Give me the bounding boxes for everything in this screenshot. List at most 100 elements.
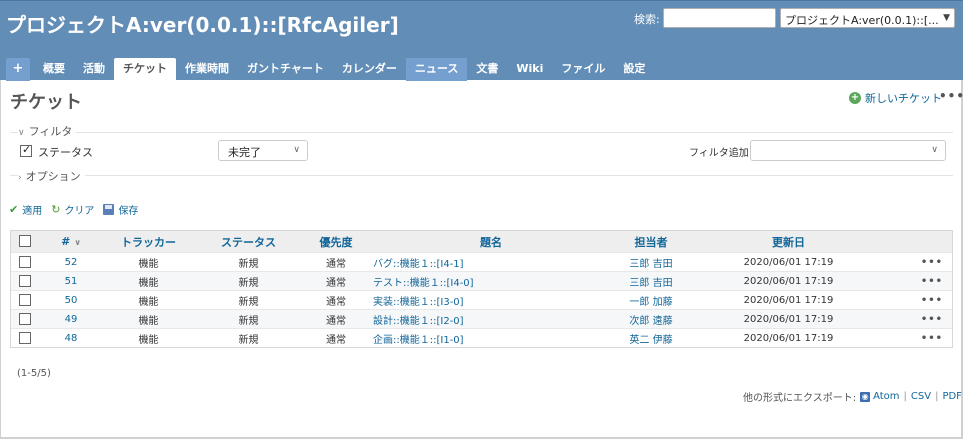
column-updated[interactable]: 更新日 [691,234,886,250]
column-status[interactable]: ステータス [196,234,301,250]
issue-tracker: 機能 [138,277,159,289]
issue-status: 新規 [238,258,259,270]
export-pdf-link[interactable]: PDF [942,391,961,402]
row-checkbox[interactable] [19,332,31,344]
apply-button[interactable]: ✔ 適用 [9,202,42,217]
issue-assignee-link[interactable]: 三郎 吉田 [611,274,691,289]
more-actions-button[interactable]: ••• [939,89,963,103]
row-checkbox[interactable] [19,275,31,287]
row-more-button[interactable]: ••• [886,257,951,268]
save-icon [103,204,115,215]
issue-status: 新規 [238,296,259,308]
chevron-right-icon: › [18,173,22,183]
issue-priority: 通常 [326,296,346,308]
issue-subject-link[interactable]: 設計::機能１::[I2-0] [371,312,611,327]
content-left-border [0,80,1,439]
row-checkbox[interactable] [19,294,31,306]
row-checkbox[interactable] [19,256,31,268]
issue-subject-link[interactable]: テスト::機能１::[I4-0] [371,274,611,289]
tab-documents[interactable]: 文書 [467,58,507,81]
issue-status: 新規 [238,334,259,346]
options-legend[interactable]: › オプション [18,168,85,184]
issue-id-link[interactable]: 49 [41,314,101,325]
row-checkbox-cell [11,329,41,347]
tab-files[interactable]: ファイル [552,58,614,81]
project-jump-select[interactable]: プロジェクトA:ver(0.0.1)::[... ▼ [780,8,955,28]
issue-id-link[interactable]: 51 [41,276,101,287]
issue-assignee-link[interactable]: 英二 伊藤 [611,331,691,346]
tab-issues[interactable]: チケット [114,58,176,81]
status-filter-checkbox[interactable] [20,143,32,157]
query-actions: ✔ 適用 ↻ クリア 保存 [9,202,147,217]
tab-overview[interactable]: 概要 [34,58,74,81]
search-label: 検索: [634,13,660,26]
status-operator-select[interactable]: 未完了 ∨ [218,140,308,161]
table-row[interactable]: 51 機能 新規 通常 テスト::機能１::[I4-0] 三郎 吉田 2020/… [11,271,952,290]
issue-assignee-link[interactable]: 一郎 加藤 [611,293,691,308]
table-row[interactable]: 48 機能 新規 通常 企画::機能１::[I1-0] 英二 伊藤 2020/0… [11,328,952,347]
row-more-button[interactable]: ••• [886,333,951,344]
tab-activity[interactable]: 活動 [74,58,114,81]
tab-new-object[interactable]: + [6,58,30,81]
table-header: # ∨ トラッカー ステータス 優先度 題名 担当者 更新日 [11,231,952,252]
table-row[interactable]: 49 機能 新規 通常 設計::機能１::[I2-0] 次郎 遠藤 2020/0… [11,309,952,328]
tab-news[interactable]: ニュース [405,58,468,81]
row-more-button[interactable]: ••• [886,276,951,287]
tab-calendar[interactable]: カレンダー [333,58,406,81]
save-label: 保存 [118,206,139,217]
issue-assignee-link[interactable]: 三郎 吉田 [611,255,691,270]
export-atom-link[interactable]: Atom [873,391,899,402]
table-row[interactable]: 50 機能 新規 通常 実装::機能１::[I3-0] 一郎 加藤 2020/0… [11,290,952,309]
export-label: 他の形式にエクスポート: [743,393,857,404]
issue-subject-link[interactable]: 実装::機能１::[I3-0] [371,293,611,308]
main-menu: + 概要 活動 チケット 作業時間 ガントチャート カレンダー ニュース 文書 … [6,58,654,81]
column-id[interactable]: # ∨ [41,235,101,248]
tab-settings[interactable]: 設定 [614,58,654,81]
issues-table: # ∨ トラッカー ステータス 優先度 題名 担当者 更新日 52 機能 新規 通… [10,230,953,348]
column-tracker[interactable]: トラッカー [101,234,196,250]
status-filter-label: ステータス [38,146,93,159]
save-button[interactable]: 保存 [103,202,138,217]
row-more-button[interactable]: ••• [886,314,951,325]
row-checkbox-cell [11,253,41,271]
export-csv-link[interactable]: CSV [911,391,931,402]
issue-subject-link[interactable]: バグ::機能１::[I4-1] [371,255,611,270]
column-subject[interactable]: 題名 [371,234,611,250]
row-checkbox[interactable] [19,313,31,325]
row-more-button[interactable]: ••• [886,295,951,306]
issue-id-link[interactable]: 48 [41,333,101,344]
issue-priority: 通常 [326,277,346,289]
separator: | [935,391,939,402]
tab-gantt[interactable]: ガントチャート [238,58,333,81]
column-priority[interactable]: 優先度 [301,234,371,250]
apply-label: 適用 [22,206,43,217]
issue-id-link[interactable]: 52 [41,257,101,268]
select-all-checkbox[interactable] [19,235,31,247]
tab-time-entries[interactable]: 作業時間 [176,58,238,81]
page-title: チケット [10,92,82,113]
issue-updated: 2020/06/01 17:19 [743,332,834,344]
tab-wiki[interactable]: Wiki [507,58,552,81]
chevron-down-icon: ∨ [293,145,300,155]
clear-button[interactable]: ↻ クリア [51,202,94,217]
checkmark-icon: ✔ [9,203,19,216]
issue-tracker: 機能 [138,334,159,346]
issue-id-link[interactable]: 50 [41,295,101,306]
pagination-summary: (1-5/5) [17,368,51,379]
feed-icon: ◉ [860,391,871,402]
sort-desc-icon: ∨ [74,238,81,247]
filters-legend[interactable]: ∨ フィルタ [18,123,77,139]
issue-status: 新規 [238,277,259,289]
search-input[interactable] [663,8,776,28]
project-header: プロジェクトA:ver(0.0.1)::[RfcAgiler] 検索: プロジェ… [0,0,963,81]
issue-assignee-link[interactable]: 次郎 遠藤 [611,312,691,327]
new-issue-link[interactable]: + 新しいチケット [849,90,942,106]
issue-tracker: 機能 [138,315,159,327]
project-title[interactable]: プロジェクトA:ver(0.0.1)::[RfcAgiler] [6,9,399,38]
table-row[interactable]: 52 機能 新規 通常 バグ::機能１::[I4-1] 三郎 吉田 2020/0… [11,252,952,271]
new-issue-label: 新しいチケット [865,92,942,105]
issue-subject-link[interactable]: 企画::機能１::[I1-0] [371,331,611,346]
add-filter-select[interactable]: ∨ [750,140,946,161]
clear-label: クリア [64,206,95,217]
column-assignee[interactable]: 担当者 [611,234,691,250]
